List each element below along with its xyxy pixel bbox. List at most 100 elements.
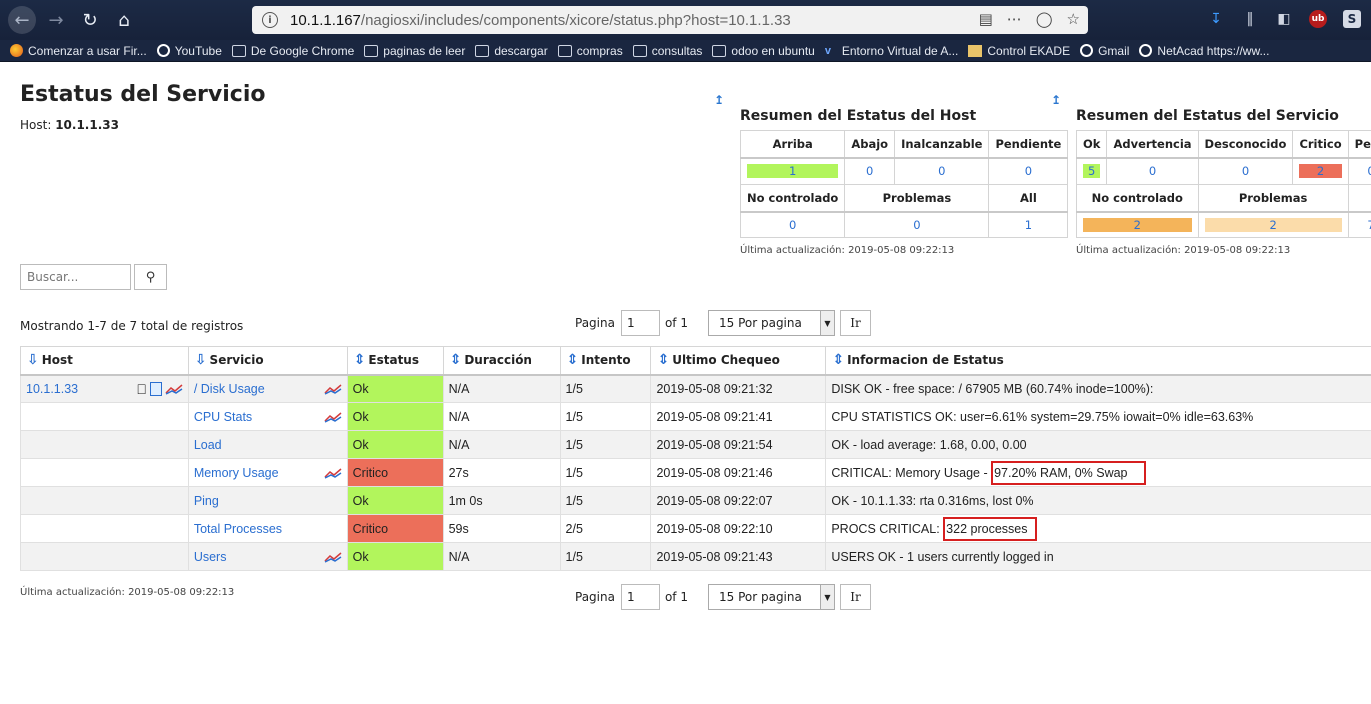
search-button[interactable]: ⚲: [134, 264, 167, 290]
graph-icon[interactable]: [165, 383, 183, 395]
status-badge: Ok: [346, 430, 444, 459]
forward-icon[interactable]: →: [42, 6, 70, 34]
google-icon: [156, 44, 170, 57]
sort-icon[interactable]: ⇕: [832, 352, 844, 368]
back-icon[interactable]: ←: [8, 6, 36, 34]
host-unreachable-count[interactable]: 0: [894, 157, 990, 185]
bookmark-item[interactable]: Gmail: [1080, 44, 1129, 58]
service-link[interactable]: Ping: [194, 494, 219, 508]
service-unhandled-count[interactable]: 2: [1076, 211, 1199, 238]
service-critical-count[interactable]: 2: [1292, 157, 1349, 185]
service-ok-count[interactable]: 5: [1075, 157, 1108, 185]
service-summary: Resumen del Estatus del Servicio Ok Adve…: [1075, 108, 1371, 256]
graph-icon[interactable]: [324, 467, 342, 479]
status-badge: Ok: [346, 486, 444, 515]
chevron-down-icon: ▼: [819, 585, 834, 609]
pin-icon[interactable]: ↥: [1051, 93, 1061, 107]
bookmark-item[interactable]: odoo en ubuntu: [712, 44, 815, 58]
host-value: 10.1.1.33: [55, 118, 119, 132]
pin-icon[interactable]: ↥: [714, 93, 724, 107]
col-service[interactable]: ⇩ Servicio: [187, 346, 348, 376]
host-all-count[interactable]: 1: [988, 211, 1069, 238]
host-up-count[interactable]: 1: [739, 157, 846, 185]
bookmark-item[interactable]: Control EKADE: [968, 44, 1070, 58]
bookmark-item[interactable]: paginas de leer: [364, 44, 465, 58]
bookmark-item[interactable]: descargar: [475, 44, 548, 58]
sort-icon[interactable]: ⇕: [450, 352, 462, 368]
page-number-input[interactable]: 1: [620, 310, 660, 336]
bookmark-item[interactable]: Comenzar a usar Fir...: [10, 44, 147, 58]
apple-icon: : [136, 381, 147, 397]
col-host[interactable]: ⇩ Host: [20, 346, 189, 376]
table-row: Load Ok N/A 1/5 2019-05-08 09:21:54 OK -…: [20, 430, 1371, 459]
sort-icon[interactable]: ⇩: [195, 352, 207, 368]
status-badge: Ok: [346, 402, 444, 431]
col-attempt[interactable]: ⇕ Intento: [559, 346, 652, 376]
page-title: Estatus del Servicio: [20, 82, 266, 107]
bookmark-star-icon[interactable]: ☆: [1067, 10, 1080, 28]
service-unknown-count[interactable]: 0: [1197, 157, 1294, 185]
ublock-icon[interactable]: ub: [1309, 10, 1327, 28]
host-problems-count[interactable]: 0: [844, 211, 990, 238]
page-number-input[interactable]: 1: [620, 584, 660, 610]
per-page-select[interactable]: 15 Por pagina ▼: [707, 584, 835, 610]
google-icon: [1080, 44, 1094, 57]
service-link[interactable]: Total Processes: [194, 522, 282, 536]
sidebar-icon[interactable]: ◧: [1275, 10, 1293, 28]
bookmark-item[interactable]: NetAcad https://ww...: [1139, 44, 1269, 58]
service-link[interactable]: Load: [194, 438, 222, 452]
host-pending-count[interactable]: 0: [988, 157, 1069, 185]
table-row: Ping Ok 1m 0s 1/5 2019-05-08 09:22:07 OK…: [20, 486, 1371, 515]
table-row: Users Ok N/A 1/5 2019-05-08 09:21:43 USE…: [20, 542, 1371, 571]
sort-icon[interactable]: ⇩: [27, 352, 39, 368]
document-icon[interactable]: [149, 381, 162, 396]
col-status-info[interactable]: ⇕ Informacion de Estatus: [825, 346, 1371, 376]
reader-view-icon[interactable]: ▤: [979, 10, 993, 28]
bookmark-item[interactable]: YouTube: [156, 44, 222, 58]
host-summary: Resumen del Estatus del Host Arriba Abaj…: [739, 108, 1069, 256]
library-icon[interactable]: ‖: [1241, 10, 1259, 28]
bookmark-item[interactable]: consultas: [632, 44, 702, 58]
bookmark-item[interactable]: De Google Chrome: [231, 44, 354, 58]
folder-icon: [475, 44, 490, 57]
bookmark-item[interactable]: compras: [557, 44, 623, 58]
pocket-icon[interactable]: ◯: [1036, 10, 1053, 28]
home-icon[interactable]: ⌂: [110, 6, 138, 34]
url-text[interactable]: 10.1.1.167/nagiosxi/includes/components/…: [290, 12, 791, 29]
host-down-count[interactable]: 0: [844, 157, 896, 185]
host-link[interactable]: 10.1.1.33: [26, 382, 78, 396]
bookmark-item[interactable]: v Entorno Virtual de A...: [825, 44, 959, 58]
host-unhandled-count[interactable]: 0: [739, 211, 846, 238]
moodle-icon: v: [824, 44, 831, 57]
info-icon[interactable]: i: [262, 12, 278, 28]
sort-icon[interactable]: ⇕: [657, 352, 669, 368]
search-input[interactable]: Buscar...: [20, 264, 131, 290]
address-bar[interactable]: i 10.1.1.167/nagiosxi/includes/component…: [252, 6, 1088, 34]
col-duration[interactable]: ⇕ Duracción: [442, 346, 561, 376]
service-pending-count[interactable]: 0: [1347, 157, 1371, 185]
go-button[interactable]: Ir: [839, 310, 871, 336]
table-row: 10.1.1.33  / Disk Usage Ok N/A 1/5 2019…: [20, 374, 1371, 403]
host-summary-table: Arriba Abajo Inalcanzable Pendiente 1 0 …: [739, 130, 1069, 238]
extension-s-icon[interactable]: S: [1343, 10, 1361, 28]
graph-icon[interactable]: [324, 411, 342, 423]
service-link[interactable]: / Disk Usage: [194, 382, 265, 396]
service-problems-count[interactable]: 2: [1197, 211, 1349, 238]
sort-icon[interactable]: ⇕: [354, 352, 366, 368]
col-last-check[interactable]: ⇕ Ultimo Chequeo: [650, 346, 827, 376]
service-warning-count[interactable]: 0: [1106, 157, 1199, 185]
col-status[interactable]: ⇕ Estatus: [346, 346, 444, 376]
per-page-select[interactable]: 15 Por pagina ▼: [707, 310, 835, 336]
service-link[interactable]: CPU Stats: [194, 410, 252, 424]
host-line: Host: 10.1.1.33: [20, 118, 119, 132]
reload-icon[interactable]: ↻: [76, 6, 104, 34]
service-link[interactable]: Users: [194, 550, 227, 564]
download-icon[interactable]: ↧: [1207, 10, 1225, 28]
service-link[interactable]: Memory Usage: [194, 466, 279, 480]
more-actions-icon[interactable]: ⋯: [1007, 10, 1022, 28]
graph-icon[interactable]: [324, 551, 342, 563]
graph-icon[interactable]: [324, 383, 342, 395]
sort-icon[interactable]: ⇕: [567, 352, 579, 368]
service-all-count[interactable]: 7: [1347, 211, 1371, 238]
go-button[interactable]: Ir: [839, 584, 871, 610]
